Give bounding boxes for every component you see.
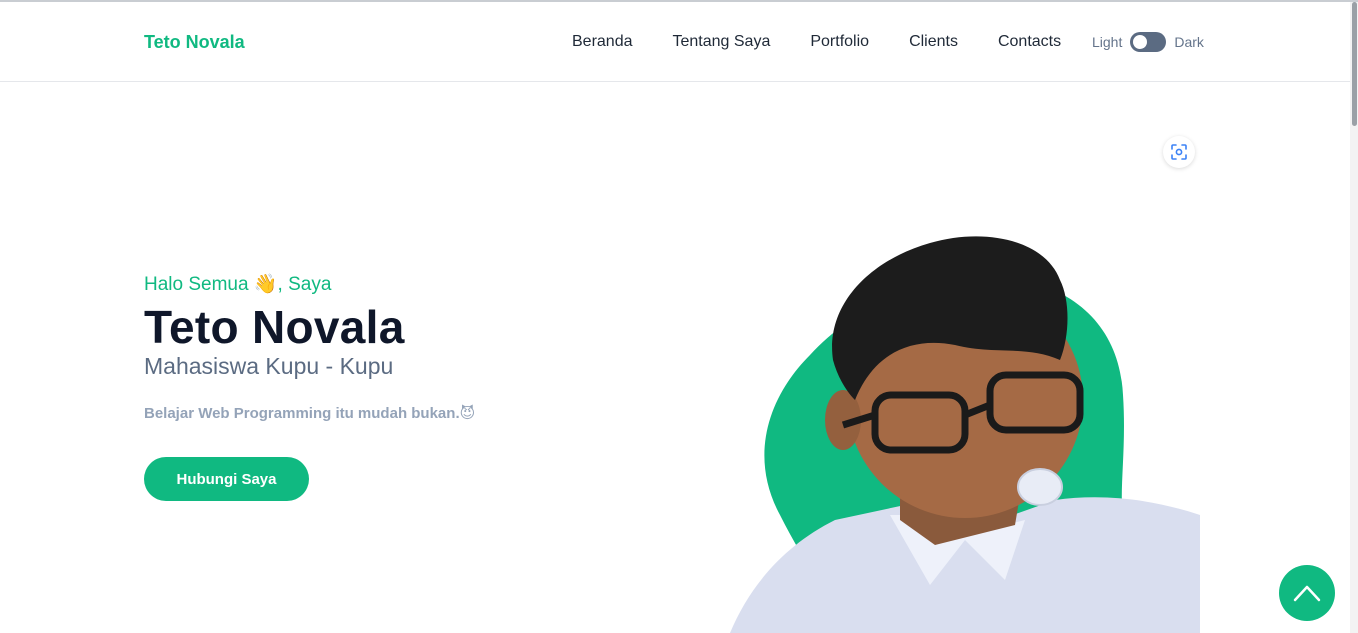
nav-clients[interactable]: Clients — [909, 33, 958, 51]
nav-contacts[interactable]: Contacts — [998, 33, 1061, 51]
hero-name: Teto Novala — [144, 301, 405, 353]
nav-portfolio[interactable]: Portfolio — [810, 33, 869, 51]
scan-focus-icon — [1171, 144, 1187, 160]
wave-emoji: 👋 — [253, 274, 278, 295]
scrollbar-thumb[interactable] — [1352, 2, 1357, 126]
theme-dark-label: Dark — [1174, 34, 1204, 50]
theme-toggle[interactable] — [1130, 32, 1167, 52]
nav-beranda[interactable]: Beranda — [572, 33, 633, 51]
brand-logo[interactable]: Teto Novala — [144, 32, 245, 53]
nav-tentang-saya[interactable]: Tentang Saya — [673, 33, 771, 51]
hero-role: Mahasiswa Kupu - Kupu — [144, 353, 394, 379]
contact-me-button[interactable]: Hubungi Saya — [144, 457, 309, 501]
theme-light-label: Light — [1092, 34, 1123, 50]
gum-bubble-shape — [1017, 468, 1063, 506]
greeting-prefix: Halo Semua — [144, 274, 254, 295]
back-to-top-button[interactable] — [1279, 565, 1335, 621]
devil-emoji: 😈 — [459, 405, 476, 422]
hero-portrait — [730, 236, 1200, 633]
main-nav: Beranda Tentang Saya Portfolio Clients C… — [572, 33, 1061, 51]
page-scrollbar[interactable] — [1350, 2, 1358, 633]
navbar: Teto Novala Beranda Tentang Saya Portfol… — [0, 2, 1350, 82]
chevron-up-icon — [1293, 585, 1321, 602]
hero-tagline: Belajar Web Programming itu mudah bukan.… — [144, 404, 475, 422]
hero-greeting: Halo Semua 👋, Saya — [144, 272, 331, 296]
toggle-knob — [1133, 35, 1148, 49]
theme-switcher: Light Dark — [1092, 32, 1204, 52]
greeting-suffix: , Saya — [277, 274, 332, 295]
tagline-text: Belajar Web Programming itu mudah bukan. — [144, 405, 460, 422]
scan-button[interactable] — [1163, 136, 1195, 168]
